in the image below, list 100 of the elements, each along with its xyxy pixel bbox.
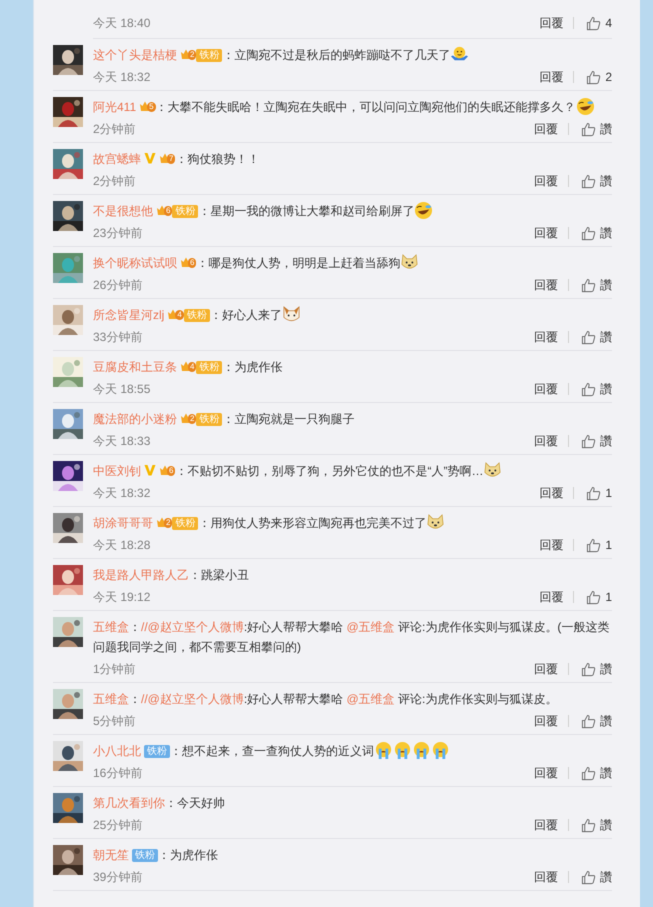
thumbs-up-icon <box>581 870 596 884</box>
thumbs-up-icon <box>581 434 596 448</box>
like-button[interactable]: 讚 <box>581 119 612 139</box>
fan-tag: 铁粉 <box>196 413 222 426</box>
crying-face-icon <box>393 741 412 760</box>
thumbs-up-icon <box>581 714 596 728</box>
fan-tag: 铁粉 <box>184 309 210 322</box>
reply-link[interactable]: 回覆 <box>534 379 558 399</box>
reply-link[interactable]: 回覆 <box>534 815 558 835</box>
fan-level-badge: 6 <box>156 204 172 217</box>
like-button[interactable]: 讚 <box>581 327 612 347</box>
comment-text: ：立陶宛不过是秋后的蚂蚱蹦哒不了几天了 <box>222 48 450 62</box>
comment-text: ：好心人来了 <box>210 308 282 322</box>
comment-time: 今天 19:12 <box>93 589 152 606</box>
fan-level-badge: 6 <box>159 464 176 477</box>
comment-time: 今天 18:55 <box>93 381 152 398</box>
comment-time: 今天 18:28 <box>93 537 152 554</box>
reply-link[interactable]: 回覆 <box>534 119 558 139</box>
like-button[interactable]: 1 <box>586 483 612 503</box>
reply-link[interactable]: 回覆 <box>534 431 558 451</box>
comment-time: 今天 18:40 <box>93 15 152 32</box>
comment-time: 23分钟前 <box>93 225 144 242</box>
comment-text: ：想不起来，查一查狗仗人势的近义词 <box>170 744 374 758</box>
reply-link[interactable]: 回覆 <box>534 867 558 887</box>
fan-tag: 铁粉 <box>172 517 198 530</box>
crying-face-icon <box>374 741 393 760</box>
reply-link[interactable]: 回覆 <box>534 275 558 295</box>
like-button[interactable]: 讚 <box>581 223 612 243</box>
comment-time: 1分钟前 <box>93 661 137 678</box>
comment-time: 今天 18:32 <box>93 485 152 502</box>
reply-link[interactable]: 回覆 <box>534 171 558 191</box>
reply-link[interactable]: 回覆 <box>539 587 564 607</box>
fan-tag: 铁粉 <box>196 49 222 62</box>
cat-face-icon <box>282 305 301 324</box>
comment-text: ：为虎作伥 <box>158 848 218 862</box>
comment-text: ：//@赵立坚个人微博:好心人帮帮大攀哈 @五维盒 评论:为虎作伥实则与狐谋皮。 <box>129 692 558 706</box>
like-button[interactable]: 1 <box>586 587 612 607</box>
comment-text: ：立陶宛就是一只狗腿子 <box>222 412 354 426</box>
like-button[interactable]: 讚 <box>581 763 612 783</box>
like-button[interactable]: 1 <box>586 535 612 555</box>
fan-level-badge: 2 <box>156 516 172 529</box>
comment-time: 5分钟前 <box>93 713 137 730</box>
thumbs-up-icon <box>581 766 596 780</box>
like-button[interactable]: 2 <box>586 67 612 87</box>
comment-time: 2分钟前 <box>93 121 137 138</box>
comment-text: ：星期一我的微博让大攀和赵司给刷屏了 <box>198 204 414 218</box>
laughing-crying-face-icon <box>576 97 595 116</box>
reply-link[interactable]: 回覆 <box>534 763 558 783</box>
like-button[interactable]: 4 <box>586 13 612 33</box>
thumbs-up-icon <box>586 16 602 30</box>
like-button[interactable]: 讚 <box>581 171 612 191</box>
comment-time: 25分钟前 <box>93 817 144 834</box>
reply-link[interactable]: 回覆 <box>534 711 558 731</box>
reply-link[interactable]: 回覆 <box>539 13 564 33</box>
comment-text: ：//@赵立坚个人微博:好心人帮帮大攀哈 @五维盒 评论:为虎作伥实则与狐谋皮。(一般这类 <box>129 620 610 634</box>
comment-text: ：大攀不能失眠哈！立陶宛在失眠中，可以问问立陶宛他们的失眠还能撑多久？ <box>156 100 576 114</box>
comment-time: 2分钟前 <box>93 173 137 190</box>
reply-link[interactable]: 回覆 <box>534 659 558 679</box>
comment-text: ：不贴切不贴切，别辱了狗，另外它仗的也不是“人”势啊… <box>175 464 484 478</box>
thumbs-up-icon <box>586 590 602 604</box>
like-button[interactable]: 讚 <box>581 431 612 451</box>
thumbs-up-icon <box>581 174 596 188</box>
reply-link[interactable]: 回覆 <box>539 67 564 87</box>
laughing-crying-face-icon <box>414 201 434 220</box>
reply-link[interactable]: 回覆 <box>534 327 558 347</box>
comment-time: 16分钟前 <box>93 765 144 782</box>
fan-level-badge: 2 <box>180 48 196 61</box>
fan-level-badge: 7 <box>159 152 176 165</box>
comment-text: ：跳梁小丑 <box>189 568 249 582</box>
comment-text: ：用狗仗人势来形容立陶宛再也完美不过了 <box>198 516 426 530</box>
thumbs-up-icon <box>586 538 602 552</box>
fan-level-badge: 6 <box>180 256 196 269</box>
like-button[interactable]: 讚 <box>581 275 612 295</box>
comment-text: ：狗仗狼势！！ <box>175 152 260 166</box>
thumbs-up-icon <box>581 382 596 396</box>
comment-time: 33分钟前 <box>93 329 144 346</box>
comment-text: ：哪是狗仗人势，明明是上赶着当舔狗 <box>196 256 400 270</box>
like-button[interactable]: 讚 <box>581 379 612 399</box>
crying-face-icon <box>412 741 431 760</box>
comment-text: ：为虎作伥 <box>222 360 282 374</box>
fan-tag: 铁粉 <box>172 205 198 218</box>
like-button[interactable]: 讚 <box>581 659 612 679</box>
like-button[interactable]: 讚 <box>581 867 612 887</box>
fan-level-badge: 2 <box>180 412 196 425</box>
like-button[interactable]: 讚 <box>581 711 612 731</box>
comment-time: 今天 18:33 <box>93 433 152 450</box>
thumbs-up-icon <box>581 122 596 136</box>
fan-tag: 铁粉 <box>196 361 222 374</box>
comment-time: 39分钟前 <box>93 869 144 886</box>
reply-link[interactable]: 回覆 <box>534 223 558 243</box>
fan-level-badge: 4 <box>180 360 196 373</box>
thumbs-up-icon <box>581 330 596 344</box>
fan-level-badge: 5 <box>139 100 156 113</box>
thumbs-up-icon <box>581 818 596 832</box>
reply-link[interactable]: 回覆 <box>539 483 564 503</box>
comment-text: ：今天好帅 <box>165 796 225 810</box>
comment-text: 问题我同学之间，都不需要互相攀问的) <box>93 640 301 654</box>
like-button[interactable]: 讚 <box>581 815 612 835</box>
thumbs-up-icon <box>581 662 596 676</box>
reply-link[interactable]: 回覆 <box>539 535 564 555</box>
